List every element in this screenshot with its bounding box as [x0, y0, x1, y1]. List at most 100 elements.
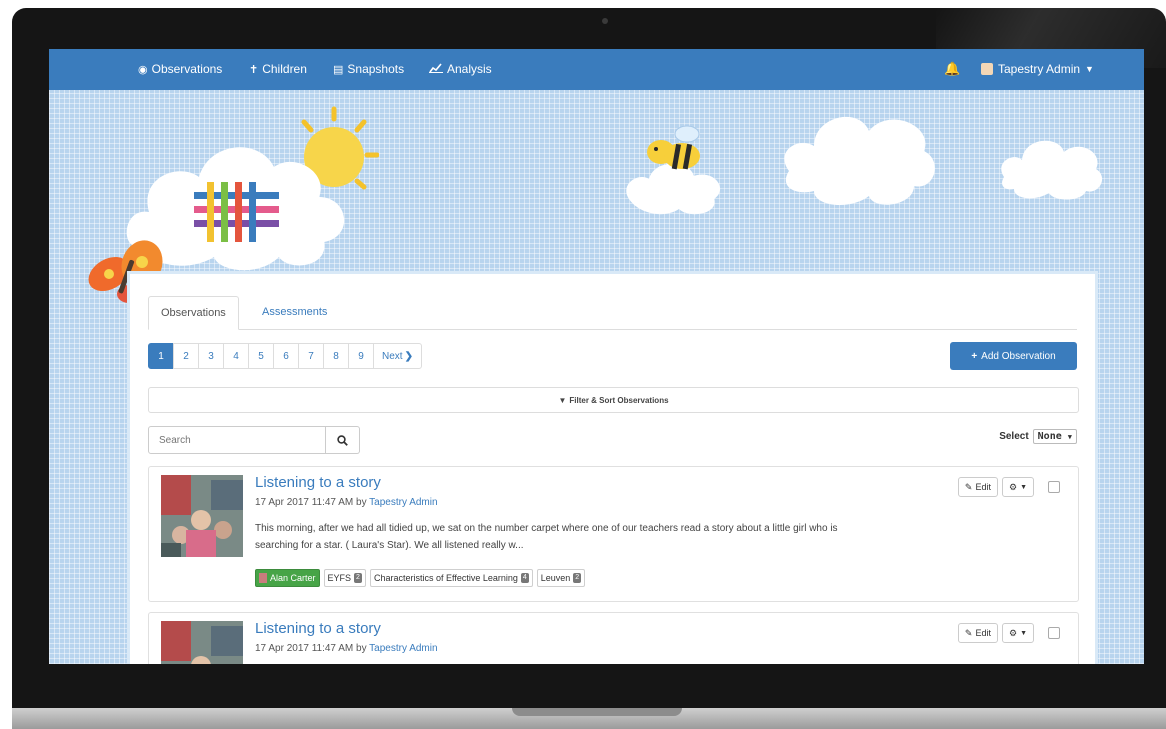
tab-assessments[interactable]: Assessments [250, 296, 339, 328]
chevron-down-icon: ▼ [1020, 629, 1027, 637]
search-button[interactable] [326, 426, 360, 454]
filter-icon: ▼ [558, 395, 567, 405]
framework-tag-count: 2 [573, 573, 582, 583]
cloud-decoration-small [1001, 140, 1103, 200]
nav-snapshots[interactable]: ▤ Snapshots [333, 62, 404, 76]
select-value: None [1037, 431, 1062, 442]
framework-tag-count: 4 [520, 573, 529, 583]
eye-icon: ◉ [138, 63, 148, 76]
chevron-down-icon: ▼ [1020, 483, 1027, 491]
next-page-button[interactable]: Next ❯ [373, 343, 422, 369]
framework-tag-label: Characteristics of Effective Learning [373, 573, 518, 583]
user-menu[interactable]: Tapestry Admin ▼ [981, 62, 1094, 76]
laptop-notch [512, 708, 682, 716]
select-control: Select None ▼ [999, 429, 1077, 444]
tab-bar: Observations Assessments [148, 296, 1077, 330]
observation-author[interactable]: Tapestry Admin [369, 497, 437, 508]
edit-button[interactable]: ✎ Edit [957, 623, 998, 643]
observation-thumbnail[interactable] [161, 621, 243, 664]
user-name: Tapestry Admin [998, 62, 1081, 76]
observation-card: Listening to a story 17 Apr 2017 11:47 A… [148, 466, 1079, 602]
select-checkbox[interactable] [1048, 627, 1060, 639]
nav-analysis[interactable]: Analysis [429, 62, 492, 76]
filter-sort-label: Filter & Sort Observations [569, 395, 669, 405]
bee-cloud [626, 125, 721, 215]
top-navbar: ◉ Observations ✝ Children ▤ Snapshots An… [49, 49, 1144, 90]
nav-children[interactable]: ✝ Children [249, 62, 307, 76]
list-icon: ▤ [333, 63, 344, 76]
nav-observations-label: Observations [151, 62, 223, 76]
photo-image [161, 621, 243, 664]
child-avatar [259, 573, 267, 583]
filter-sort-toggle[interactable]: ▼ Filter & Sort Observations [148, 387, 1079, 413]
nav-observations[interactable]: ◉ Observations [138, 62, 222, 76]
select-checkbox[interactable] [1048, 481, 1060, 493]
observation-date: 17 Apr 2017 11:47 AM by [255, 497, 367, 508]
page-3-button[interactable]: 3 [198, 343, 224, 369]
gear-icon: ⚙ [1008, 627, 1018, 638]
framework-tag[interactable]: EYFS 2 [323, 569, 366, 587]
framework-tag[interactable]: Leuven 2 [536, 569, 586, 587]
observation-title[interactable]: Listening to a story [255, 620, 381, 637]
select-dropdown[interactable]: None ▼ [1032, 429, 1077, 444]
framework-tag-label: EYFS [327, 573, 352, 583]
observation-date: 17 Apr 2017 11:47 AM by [255, 643, 367, 654]
settings-dropdown-button[interactable]: ⚙ ▼ [1001, 623, 1034, 643]
card-actions: ✎ Edit ⚙ ▼ [957, 477, 1060, 497]
search-input[interactable] [148, 426, 326, 454]
child-tag-label: Alan Carter [270, 573, 316, 583]
plus-icon: + [971, 350, 978, 362]
settings-dropdown-button[interactable]: ⚙ ▼ [1001, 477, 1034, 497]
pagination: 1 2 3 4 5 6 7 8 9 Next ❯ [148, 343, 422, 369]
bell-icon[interactable]: 🔔 [944, 61, 960, 77]
framework-tag[interactable]: Characteristics of Effective Learning 4 [369, 569, 533, 587]
page-6-button[interactable]: 6 [273, 343, 299, 369]
photo-image [161, 475, 243, 557]
nav-analysis-label: Analysis [447, 62, 492, 76]
nav-snapshots-label: Snapshots [347, 62, 405, 76]
next-page-label: Next [382, 350, 403, 362]
search-group [148, 426, 360, 454]
page-4-button[interactable]: 4 [223, 343, 249, 369]
observation-thumbnail[interactable] [161, 475, 243, 557]
edit-label: Edit [975, 628, 991, 638]
observation-card: Listening to a story 17 Apr 2017 11:47 A… [148, 612, 1079, 664]
page-2-button[interactable]: 2 [173, 343, 199, 369]
bee-icon [647, 125, 700, 170]
child-tag[interactable]: Alan Carter [255, 569, 320, 587]
observation-meta: 17 Apr 2017 11:47 AM by Tapestry Admin [255, 497, 438, 508]
child-icon: ✝ [249, 63, 259, 76]
page-9-button[interactable]: 9 [348, 343, 374, 369]
chart-icon [429, 62, 443, 76]
tag-list: Alan Carter EYFS 2 Characteristics of Ef… [255, 569, 586, 587]
nav-children-label: Children [262, 62, 307, 76]
add-observation-button[interactable]: + Add Observation [950, 342, 1077, 370]
page-1-button[interactable]: 1 [148, 343, 174, 369]
observation-author[interactable]: Tapestry Admin [369, 643, 437, 654]
user-avatar [981, 63, 993, 75]
card-actions: ✎ Edit ⚙ ▼ [957, 623, 1060, 643]
observation-meta: 17 Apr 2017 11:47 AM by Tapestry Admin [255, 643, 438, 654]
chevron-down-icon: ▼ [1085, 64, 1094, 74]
pencil-icon: ✎ [964, 481, 973, 492]
chevron-down-icon: ▼ [1067, 433, 1072, 441]
page-5-button[interactable]: 5 [248, 343, 274, 369]
framework-tag-count: 2 [354, 573, 362, 583]
edit-label: Edit [975, 482, 991, 492]
page-8-button[interactable]: 8 [323, 343, 349, 369]
laptop-base [12, 708, 1166, 729]
add-observation-label: Add Observation [981, 350, 1056, 362]
select-label: Select [999, 431, 1029, 442]
app-screen: ◉ Observations ✝ Children ▤ Snapshots An… [49, 49, 1144, 664]
search-icon [337, 434, 348, 446]
framework-tag-label: Leuven [540, 573, 571, 583]
main-panel: Observations Assessments 1 2 3 4 5 6 7 8… [127, 271, 1098, 664]
tab-observations[interactable]: Observations [148, 296, 239, 330]
gear-icon: ⚙ [1008, 481, 1018, 492]
edit-button[interactable]: ✎ Edit [957, 477, 998, 497]
page-7-button[interactable]: 7 [298, 343, 324, 369]
chevron-right-icon: ❯ [404, 350, 413, 362]
pencil-icon: ✎ [964, 627, 973, 638]
cloud-decoration [784, 116, 935, 206]
observation-title[interactable]: Listening to a story [255, 474, 381, 491]
